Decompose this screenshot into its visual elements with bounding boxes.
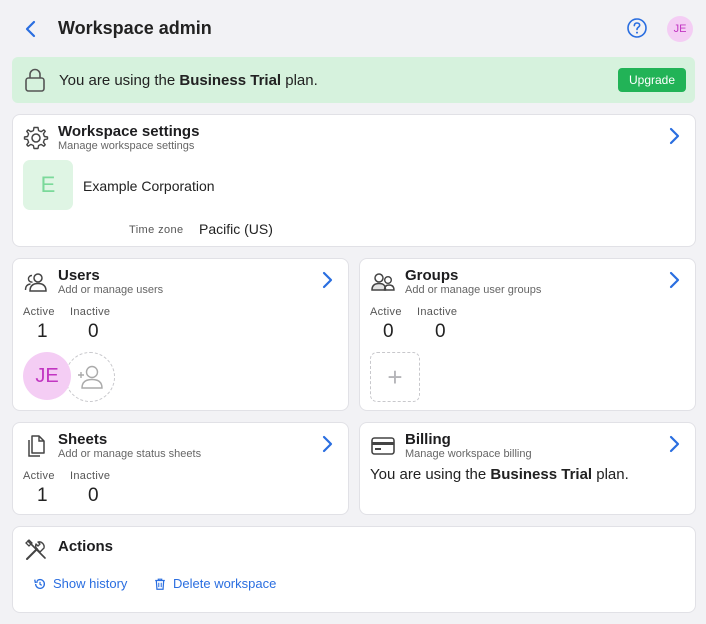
groups-card[interactable]: Groups Add or manage user groups Active … (359, 258, 696, 411)
upgrade-button[interactable]: Upgrade (618, 68, 686, 92)
time-zone-value: Pacific (US) (199, 221, 273, 237)
sheets-inactive-label: Inactive (70, 470, 111, 482)
add-user-icon (78, 365, 103, 389)
add-group-button[interactable]: + (370, 352, 420, 402)
actions-card: Actions Show history Delete workspace (12, 526, 696, 613)
time-zone-label: Time zone (129, 224, 184, 236)
plan-name: Business Trial (179, 72, 282, 89)
groups-inactive-value: 0 (435, 321, 446, 342)
sheets-active-value: 1 (37, 485, 48, 506)
user-avatar[interactable]: JE (667, 16, 693, 42)
sheets-active-label: Active (23, 470, 55, 482)
member-avatar[interactable]: JE (23, 352, 71, 400)
billing-title: Billing (405, 431, 451, 448)
workspace-settings-subtitle: Manage workspace settings (58, 140, 195, 152)
gear-icon (23, 126, 49, 150)
chevron-right-icon[interactable] (320, 271, 334, 289)
workspace-settings-title: Workspace settings (58, 123, 200, 140)
lock-icon (25, 68, 45, 92)
chevron-right-icon[interactable] (667, 435, 681, 453)
groups-icon (371, 273, 395, 291)
plan-suffix: plan. (281, 72, 318, 89)
trash-icon (155, 578, 165, 590)
tools-icon (25, 539, 46, 560)
add-user-button[interactable] (65, 352, 115, 402)
users-title: Users (58, 267, 100, 284)
billing-plan-suffix: plan. (592, 466, 629, 483)
groups-active-label: Active (370, 306, 402, 318)
plan-prefix: You are using the (59, 72, 180, 89)
billing-plan-name: Business Trial (490, 466, 593, 483)
workspace-settings-card[interactable]: Workspace settings Manage workspace sett… (12, 114, 696, 247)
users-card[interactable]: Users Add or manage users Active 1 Inact… (12, 258, 349, 411)
billing-card[interactable]: Billing Manage workspace billing You are… (359, 422, 696, 515)
help-icon[interactable] (626, 17, 648, 39)
users-inactive-label: Inactive (70, 306, 111, 318)
header: Workspace admin JE (0, 0, 706, 58)
page-title: Workspace admin (58, 18, 212, 38)
workspace-logo: E (23, 160, 73, 210)
billing-plan-text: You are using the Business Trial plan. (370, 466, 629, 483)
users-active-value: 1 (37, 321, 48, 342)
show-history-label: Show history (53, 576, 128, 591)
sheets-inactive-value: 0 (88, 485, 99, 506)
show-history-button[interactable]: Show history (33, 576, 127, 591)
chevron-right-icon[interactable] (320, 435, 334, 453)
users-active-label: Active (23, 306, 55, 318)
back-chevron-icon[interactable] (20, 17, 42, 41)
billing-subtitle: Manage workspace billing (405, 448, 532, 460)
plan-banner: You are using the Business Trial plan. U… (12, 57, 695, 103)
groups-active-value: 0 (383, 321, 394, 342)
chevron-right-icon[interactable] (667, 271, 681, 289)
groups-inactive-label: Inactive (417, 306, 458, 318)
groups-title: Groups (405, 267, 459, 284)
users-icon (24, 273, 47, 292)
users-subtitle: Add or manage users (58, 284, 164, 296)
history-icon (34, 578, 46, 589)
plan-banner-text: You are using the Business Trial plan. (59, 72, 318, 89)
billing-plan-prefix: You are using the (370, 466, 491, 483)
actions-title: Actions (58, 538, 114, 555)
sheets-card[interactable]: Sheets Add or manage status sheets Activ… (12, 422, 349, 515)
users-inactive-value: 0 (88, 321, 99, 342)
sheets-subtitle: Add or manage status sheets (58, 448, 202, 460)
credit-card-icon (371, 437, 395, 455)
sheets-icon (28, 435, 45, 457)
chevron-right-icon[interactable] (667, 127, 681, 145)
delete-workspace-label: Delete workspace (173, 576, 277, 591)
delete-workspace-button[interactable]: Delete workspace (153, 576, 276, 591)
organization-name: Example Corporation (83, 178, 215, 194)
sheets-title: Sheets (58, 431, 108, 448)
groups-subtitle: Add or manage user groups (405, 284, 542, 296)
